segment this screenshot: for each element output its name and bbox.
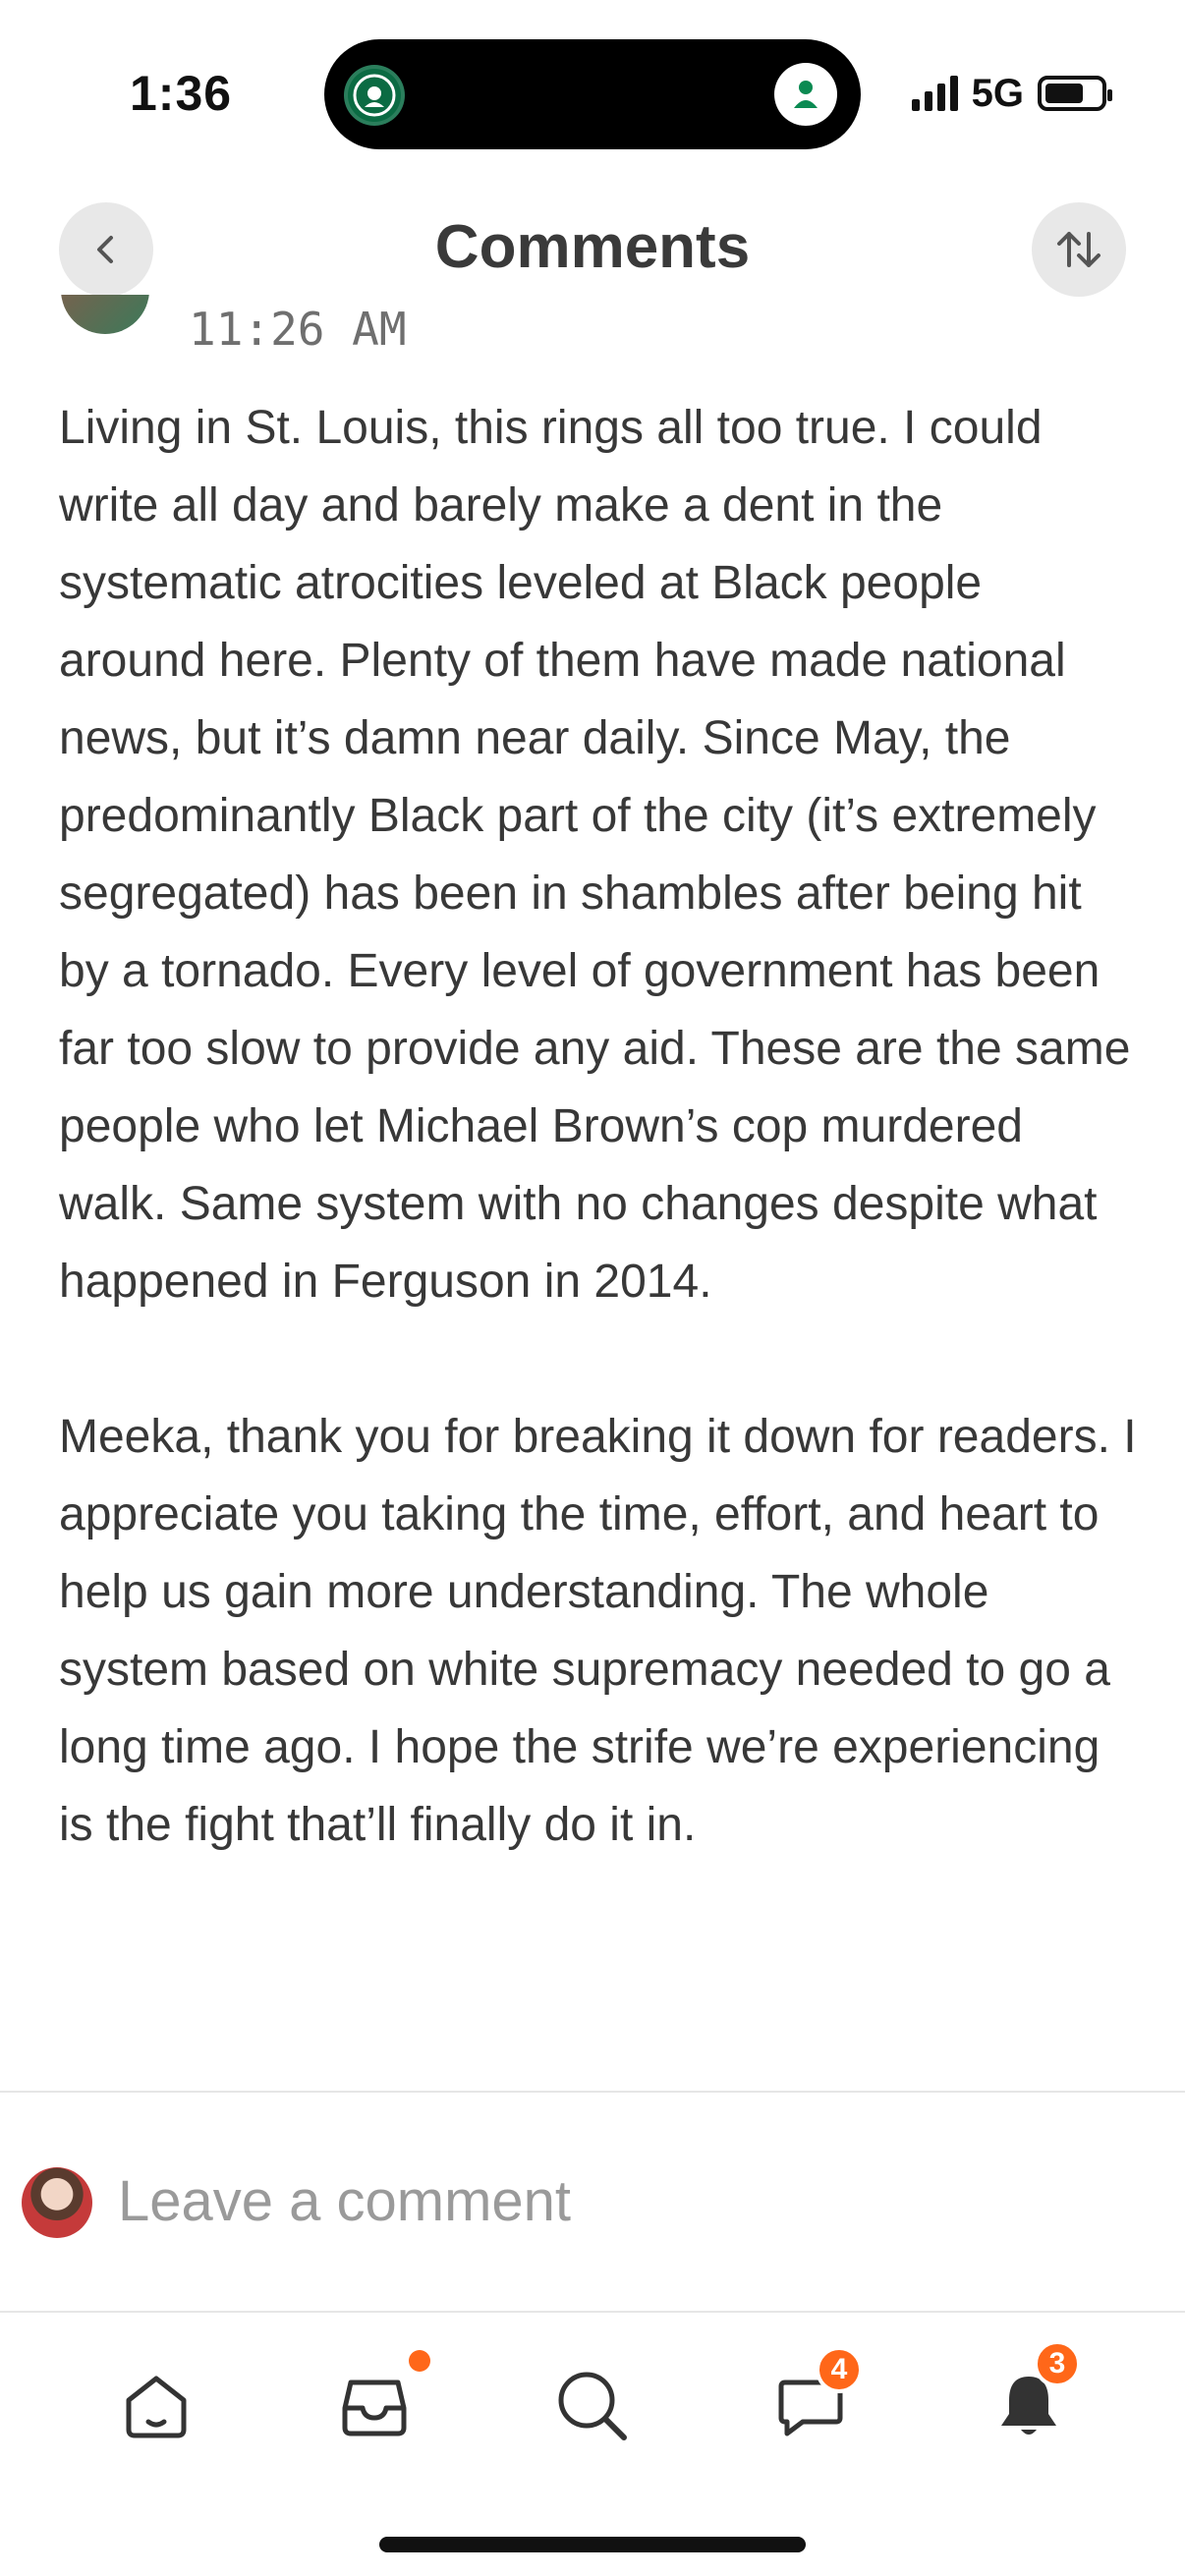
screen: 1:36 5G Comments 11:26 AM Living in St. … bbox=[0, 0, 1185, 2576]
person-activity-icon[interactable] bbox=[774, 63, 837, 126]
inbox-icon bbox=[342, 2380, 407, 2436]
tab-bar: 4 3 bbox=[0, 2313, 1185, 2480]
home-icon bbox=[126, 2376, 187, 2438]
tab-chat[interactable]: 4 bbox=[757, 2346, 865, 2460]
commenter-avatar[interactable] bbox=[61, 295, 149, 334]
header: Comments bbox=[0, 196, 1185, 305]
sort-button[interactable] bbox=[1032, 202, 1126, 297]
starbucks-logo-icon[interactable] bbox=[344, 65, 405, 126]
comment-timestamp: 11:26 AM bbox=[189, 303, 407, 356]
tab-search[interactable] bbox=[538, 2352, 647, 2460]
cellular-signal-icon bbox=[911, 76, 958, 111]
comment-paragraph: Meeka, thank you for breaking it down fo… bbox=[59, 1411, 1137, 1851]
status-time: 1:36 bbox=[130, 66, 233, 121]
user-avatar bbox=[22, 2167, 92, 2238]
battery-icon bbox=[1038, 76, 1112, 111]
comment-input[interactable]: Leave a comment bbox=[118, 2157, 1140, 2246]
page-title: Comments bbox=[434, 213, 751, 281]
status-indicators: 5G bbox=[911, 69, 1112, 118]
tab-home[interactable] bbox=[102, 2352, 210, 2460]
unread-dot bbox=[409, 2350, 430, 2372]
home-indicator[interactable] bbox=[379, 2537, 806, 2552]
tab-inbox[interactable] bbox=[320, 2350, 430, 2460]
comment-body: Living in St. Louis, this rings all too … bbox=[59, 389, 1140, 1941]
tab-notifications[interactable]: 3 bbox=[975, 2340, 1083, 2460]
dynamic-island[interactable] bbox=[324, 39, 861, 149]
comment-list[interactable]: 11:26 AM Living in St. Louis, this rings… bbox=[0, 295, 1185, 2089]
notifications-badge: 3 bbox=[1034, 2340, 1081, 2387]
search-icon bbox=[558, 2372, 627, 2440]
comment-paragraph: Living in St. Louis, this rings all too … bbox=[59, 402, 1131, 1308]
chat-badge: 4 bbox=[816, 2346, 863, 2393]
network-type: 5G bbox=[971, 71, 1024, 115]
comment-composer[interactable]: Leave a comment bbox=[0, 2093, 1185, 2311]
sort-arrows-icon bbox=[1057, 232, 1100, 267]
